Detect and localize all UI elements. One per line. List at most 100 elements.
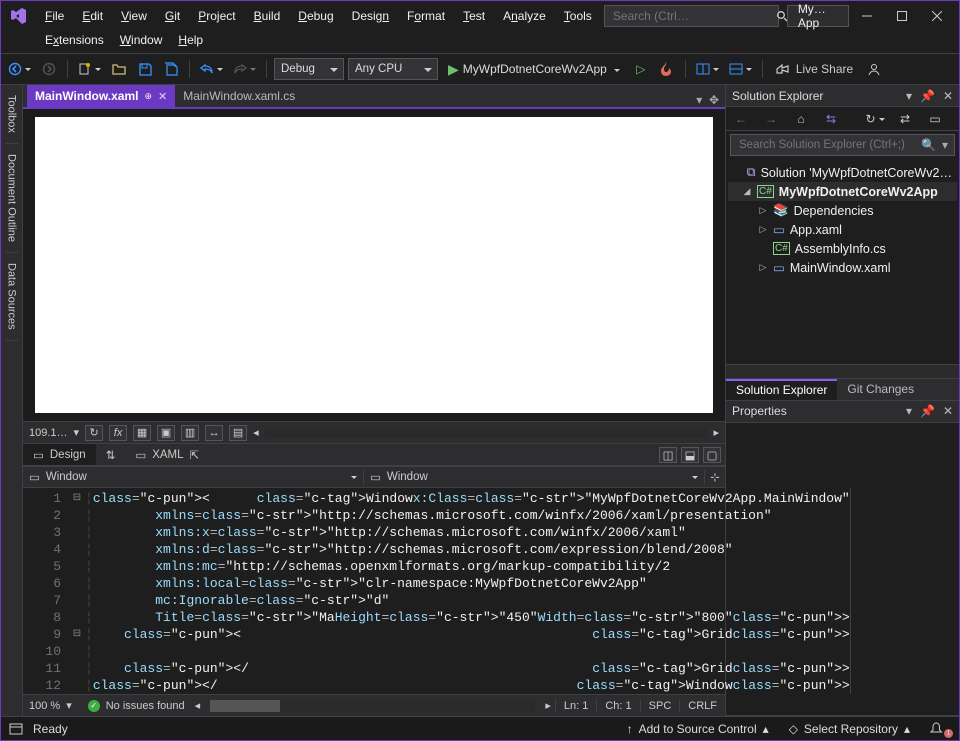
dropdown-icon[interactable]: ▾	[906, 404, 912, 418]
tree-app-xaml[interactable]: ▷ ▭ App.xaml	[728, 220, 957, 239]
tab-mainwindow-xaml[interactable]: MainWindow.xaml ⊕ ✕	[27, 85, 175, 107]
grid-icon[interactable]: ▦	[133, 425, 151, 441]
menu-help[interactable]: Help	[170, 31, 211, 49]
properties-header[interactable]: Properties ▾ 📌 ✕	[726, 401, 959, 423]
config-dropdown[interactable]: Debug	[274, 58, 344, 80]
expander-icon[interactable]: ▷	[758, 224, 768, 235]
menu-format[interactable]: Format	[399, 7, 453, 25]
menu-design[interactable]: Design	[344, 7, 397, 25]
menu-analyze[interactable]: Analyze	[495, 7, 554, 25]
menu-window[interactable]: Window	[112, 31, 171, 49]
account-button[interactable]	[863, 58, 885, 80]
menu-tools[interactable]: Tools	[556, 7, 600, 25]
dtab-design[interactable]: ▭ Design	[23, 444, 96, 465]
pin-icon[interactable]: ⊕	[144, 91, 152, 102]
hot-reload-button[interactable]	[656, 58, 678, 80]
code-line[interactable]: 10¦	[23, 643, 850, 660]
editor-zoom[interactable]: 100 %	[23, 700, 66, 712]
collapse-icon[interactable]: ⇄	[894, 108, 916, 130]
save-all-button[interactable]	[160, 58, 182, 80]
dtab-xaml[interactable]: ▭ XAML ⇱	[125, 444, 209, 465]
design-hscroll[interactable]	[265, 428, 708, 438]
window-close-icon[interactable]	[920, 3, 953, 29]
nav-fwd-icon[interactable]: →	[760, 108, 782, 130]
expander-icon[interactable]: ▷	[758, 205, 768, 216]
chevron-down-icon[interactable]: ▾	[74, 426, 80, 439]
expander-icon[interactable]: ▷	[758, 262, 768, 273]
status-ws[interactable]: SPC	[640, 700, 680, 712]
close-icon[interactable]: ✕	[943, 404, 953, 418]
design-canvas[interactable]	[23, 109, 725, 421]
save-button[interactable]	[134, 58, 156, 80]
menu-debug[interactable]: Debug	[290, 7, 341, 25]
menu-test[interactable]: Test	[455, 7, 493, 25]
sync-icon[interactable]: ⇆	[820, 108, 842, 130]
vscroll[interactable]	[850, 488, 851, 694]
rail-data-sources[interactable]: Data Sources	[6, 253, 18, 341]
properties-icon[interactable]: ▦	[954, 108, 960, 130]
pin-icon[interactable]: 📌	[920, 404, 935, 418]
open-file-button[interactable]	[108, 58, 130, 80]
menu-extensions[interactable]: Extensions	[37, 31, 112, 49]
scroll-right-icon[interactable]: ▸	[713, 426, 719, 439]
layers-icon[interactable]: ▤	[229, 425, 247, 441]
platform-dropdown[interactable]: Any CPU	[348, 58, 438, 80]
fx-icon[interactable]: fx	[109, 425, 127, 441]
code-line[interactable]: 4¦ xmlns:d=class="c-str">"http://schemas…	[23, 541, 850, 558]
start-nodebug-button[interactable]: ▷	[630, 58, 652, 80]
split-swap[interactable]: ⇅	[96, 444, 126, 465]
close-tab-icon[interactable]: ✕	[158, 90, 167, 103]
solution-tree[interactable]: ⧉ Solution 'MyWpfDotnetCoreWv2App' ◢ C# …	[726, 159, 959, 364]
code-line[interactable]: 7¦ mc:Ignorable=class="c-str">"d"	[23, 592, 850, 609]
hscroll-left-icon[interactable]: ◂	[191, 699, 205, 712]
start-debug-button[interactable]: ▶ MyWpfDotnetCoreWv2App	[442, 61, 626, 78]
close-icon[interactable]: ✕	[943, 89, 953, 103]
status-ch[interactable]: Ch: 1	[596, 700, 639, 712]
snap-icon[interactable]: ▣	[157, 425, 175, 441]
code-line[interactable]: 8¦ Title=class="c-str">"MainWindow" Heig…	[23, 609, 850, 626]
status-eol[interactable]: CRLF	[679, 700, 725, 712]
code-line[interactable]: 5¦ xmlns:mc="http://schemas.openxmlforma…	[23, 558, 850, 575]
pin-icon[interactable]: 📌	[920, 89, 935, 103]
nav-left-dropdown[interactable]: ▭ Window	[23, 470, 364, 484]
explorer-hscroll[interactable]	[726, 364, 959, 378]
refresh-icon[interactable]: ↻	[85, 425, 103, 441]
menu-project[interactable]: Project	[190, 7, 243, 25]
layout-2-button[interactable]	[726, 58, 755, 80]
home-icon[interactable]: ⌂	[790, 108, 812, 130]
rail-toolbox[interactable]: Toolbox	[6, 85, 18, 144]
artboard[interactable]	[35, 117, 713, 413]
tree-solution[interactable]: ⧉ Solution 'MyWpfDotnetCoreWv2App'	[728, 163, 957, 182]
redo-button[interactable]	[230, 58, 259, 80]
split-v-icon[interactable]: ◫	[659, 447, 677, 463]
explorer-search[interactable]: 🔍▾	[730, 134, 955, 156]
menu-view[interactable]: View	[113, 7, 155, 25]
add-source-control[interactable]: ↑ Add to Source Control▴	[619, 722, 777, 736]
code-line[interactable]: 9⊟¦ class="c-pun"><class="c-tag">Gridcla…	[23, 626, 850, 643]
rail-doc-outline[interactable]: Document Outline	[6, 144, 18, 253]
menu-git[interactable]: Git	[157, 7, 188, 25]
issues-indicator[interactable]: ✓ No issues found	[82, 700, 191, 712]
liveshare-button[interactable]: Live Share	[770, 58, 859, 80]
tab-mainwindow-cs[interactable]: MainWindow.xaml.cs	[175, 85, 303, 107]
layout-1-button[interactable]	[693, 58, 722, 80]
nav-back-icon[interactable]: ←	[730, 108, 752, 130]
ptab-solution-explorer[interactable]: Solution Explorer	[726, 379, 837, 400]
expander-icon[interactable]: ◢	[742, 186, 752, 197]
undo-button[interactable]	[197, 58, 226, 80]
code-line[interactable]: 2¦ xmlns=class="c-str">"http://schemas.m…	[23, 507, 850, 524]
tree-mainwindow-xaml[interactable]: ▷ ▭ MainWindow.xaml	[728, 258, 957, 277]
nav-back-button[interactable]	[5, 58, 34, 80]
notifications-button[interactable]: 1	[922, 722, 951, 736]
output-icon[interactable]	[9, 723, 23, 735]
ptab-git-changes[interactable]: Git Changes	[837, 379, 924, 400]
code-line[interactable]: 3¦ xmlns:x=class="c-str">"http://schemas…	[23, 524, 850, 541]
split-h-icon[interactable]: ⬓	[681, 447, 699, 463]
tabs-overflow[interactable]: ▾ ✥	[696, 93, 725, 107]
code-line[interactable]: 6¦ xmlns:local=class="c-str">"clr-namesp…	[23, 575, 850, 592]
tree-assemblyinfo[interactable]: C# AssemblyInfo.cs	[728, 239, 957, 258]
ruler-icon[interactable]: ▥	[181, 425, 199, 441]
scroll-left-icon[interactable]: ◂	[253, 426, 259, 439]
nav-split-icon[interactable]: ⊹	[705, 470, 725, 484]
menu-edit[interactable]: Edit	[74, 7, 111, 25]
